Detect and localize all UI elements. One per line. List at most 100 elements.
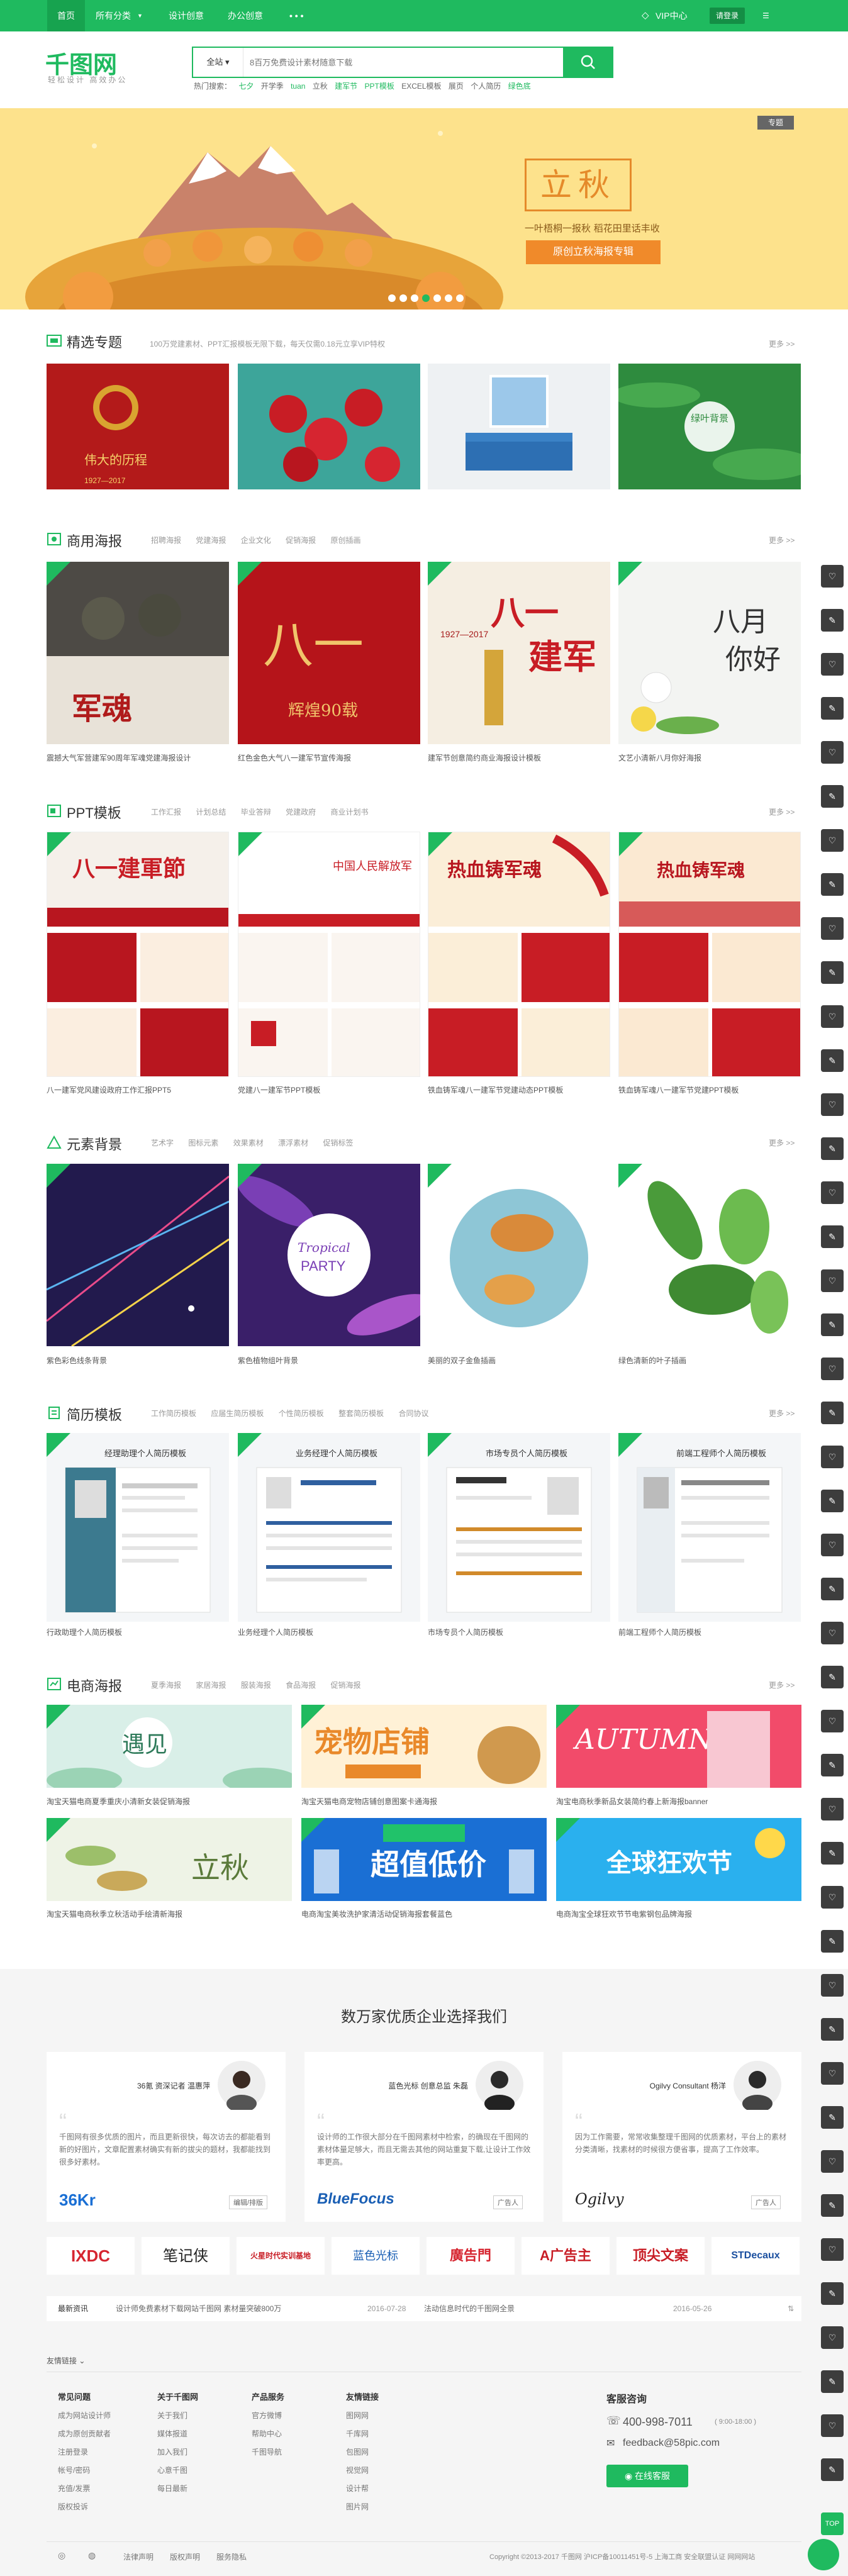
partner-logo[interactable]: 顶尖文案	[616, 2237, 705, 2275]
tag-link[interactable]: 图标元素	[188, 1139, 218, 1147]
footer-link[interactable]: 每日最新	[157, 2483, 198, 2494]
news-link[interactable]: 法动信息时代的千图网全景	[424, 2296, 515, 2321]
resume-more-link[interactable]: 更多 >>	[769, 1408, 795, 1419]
tag-link[interactable]: 促销海报	[330, 1681, 360, 1690]
favorite-icon[interactable]: ♡	[821, 917, 844, 940]
footer-link[interactable]: 包图网	[346, 2446, 379, 2457]
partner-logo[interactable]: 笔记侠	[142, 2237, 230, 2275]
hot-search-link[interactable]: 绿色底	[508, 82, 531, 91]
tag-link[interactable]: 个性简历模板	[279, 1409, 324, 1418]
nav-more[interactable]: • • •	[289, 0, 303, 31]
footer-bottom-link[interactable]: 服务隐私	[216, 2551, 247, 2562]
ecom-caption[interactable]: 电商淘宝全球狂欢节节电紫钢包品牌海报	[556, 1909, 801, 1919]
tag-link[interactable]: 漂浮素材	[278, 1139, 308, 1147]
partner-logo[interactable]: A广告主	[522, 2237, 610, 2275]
tag-link[interactable]: 促销海报	[286, 536, 316, 545]
ecom-caption[interactable]: 淘宝天猫电商夏季重庆小清新女装促销海报	[47, 1796, 292, 1807]
partner-logo[interactable]: IXDC	[47, 2237, 135, 2275]
news-link[interactable]: 设计师免费素材下载网站千图网 素材量突破800万	[116, 2296, 281, 2321]
edit-icon[interactable]: ✎	[821, 2282, 844, 2305]
edit-icon[interactable]: ✎	[821, 1578, 844, 1600]
banner-pagination[interactable]	[386, 294, 466, 304]
edit-icon[interactable]: ✎	[821, 1049, 844, 1072]
ecom-card[interactable]: 宠物店铺	[301, 1705, 547, 1788]
edit-icon[interactable]: ✎	[821, 2194, 844, 2217]
partner-logo[interactable]: 蓝色光标	[332, 2237, 420, 2275]
tag-link[interactable]: 党建海报	[196, 536, 226, 545]
edit-icon[interactable]: ✎	[821, 1313, 844, 1336]
tag-link[interactable]: 毕业答辩	[241, 808, 271, 817]
poster-card[interactable]: 八一 辉煌90载	[238, 562, 420, 744]
ecom-card[interactable]: 立秋	[47, 1818, 292, 1901]
footer-link[interactable]: 帮助中心	[252, 2428, 284, 2439]
edit-icon[interactable]: ✎	[821, 1666, 844, 1688]
hot-search-link[interactable]: 个人简历	[471, 82, 501, 91]
nav-home[interactable]: 首页	[47, 0, 85, 31]
favorite-icon[interactable]: ♡	[821, 1534, 844, 1556]
partner-logo[interactable]: STDecaux	[711, 2237, 800, 2275]
hot-search-link[interactable]: 建军节	[335, 82, 357, 91]
tag-link[interactable]: 服装海报	[241, 1681, 271, 1690]
footer-link[interactable]: 成为原创贡献者	[58, 2428, 111, 2439]
tag-link[interactable]: 原创插画	[330, 536, 360, 545]
tag-link[interactable]: 企业文化	[241, 536, 271, 545]
footer-link[interactable]: 千库网	[346, 2428, 379, 2439]
ecom-more-link[interactable]: 更多 >>	[769, 1680, 795, 1690]
online-service-button[interactable]: ◉ 在线客服	[606, 2465, 688, 2487]
tag-link[interactable]: 艺术字	[151, 1139, 174, 1147]
poster-caption[interactable]: 建军节创意简约商业海报设计模板	[428, 752, 610, 763]
edit-icon[interactable]: ✎	[821, 1930, 844, 1953]
element-card[interactable]	[428, 1164, 610, 1346]
ecom-card[interactable]: 全球狂欢节	[556, 1818, 801, 1901]
nav-all-categories[interactable]: 所有分类	[96, 0, 131, 31]
ppt-card[interactable]: 八一建軍節	[47, 832, 229, 1077]
ecom-caption[interactable]: 淘宝电商秋季新品女装简约春上新海报banner	[556, 1796, 801, 1807]
footer-link[interactable]: 千图导航	[252, 2446, 284, 2457]
resume-card[interactable]: 前端工程师个人简历模板	[618, 1433, 801, 1622]
featured-card[interactable]	[238, 364, 420, 489]
tag-link[interactable]: 计划总结	[196, 808, 226, 817]
weibo-icon[interactable]: ◎	[58, 2550, 65, 2561]
poster-card[interactable]: 军魂	[47, 562, 229, 744]
contact-email[interactable]: feedback@58pic.com	[623, 2438, 720, 2449]
tag-link[interactable]: 家居海报	[196, 1681, 226, 1690]
edit-icon[interactable]: ✎	[821, 2106, 844, 2129]
element-card[interactable]: Tropical PARTY	[238, 1164, 420, 1346]
poster-more-link[interactable]: 更多 >>	[769, 535, 795, 545]
element-caption[interactable]: 紫色植物组叶背景	[238, 1355, 420, 1366]
element-caption[interactable]: 绿色清新的叶子插画	[618, 1355, 801, 1366]
favorite-icon[interactable]: ♡	[821, 2414, 844, 2437]
element-caption[interactable]: 美丽的双子金鱼插画	[428, 1355, 610, 1366]
wifi-icon[interactable]	[808, 2539, 839, 2570]
footer-link[interactable]: 媒体报道	[157, 2428, 198, 2439]
tag-link[interactable]: 食品海报	[286, 1681, 316, 1690]
footer-link[interactable]: 帐号/密码	[58, 2465, 111, 2475]
footer-link[interactable]: 视觉网	[346, 2465, 379, 2475]
tag-link[interactable]: 整套简历模板	[338, 1409, 384, 1418]
favorite-icon[interactable]: ♡	[821, 741, 844, 764]
featured-more-link[interactable]: 更多 >>	[769, 338, 795, 349]
favorite-icon[interactable]: ♡	[821, 1005, 844, 1028]
footer-link[interactable]: 官方微博	[252, 2410, 284, 2421]
ppt-caption[interactable]: 铁血铸军魂八一建军节党建PPT模板	[618, 1084, 801, 1095]
favorite-icon[interactable]: ♡	[821, 1710, 844, 1732]
edit-icon[interactable]: ✎	[821, 1137, 844, 1160]
favorite-icon[interactable]: ♡	[821, 1093, 844, 1116]
footer-link[interactable]: 成为网站设计师	[58, 2410, 111, 2421]
favorite-icon[interactable]: ♡	[821, 1886, 844, 1909]
nav-office[interactable]: 办公创意	[228, 0, 263, 31]
ecom-card[interactable]: AUTUMN	[556, 1705, 801, 1788]
favorite-icon[interactable]: ♡	[821, 1798, 844, 1820]
ppt-caption[interactable]: 铁血铸军魂八一建军节党建动态PPT模板	[428, 1084, 610, 1095]
ecom-caption[interactable]: 淘宝天猫电商宠物店铺创意图案卡通海报	[301, 1796, 547, 1807]
edit-icon[interactable]: ✎	[821, 697, 844, 720]
ppt-caption[interactable]: 党建八一建军节PPT模板	[238, 1084, 420, 1095]
edit-icon[interactable]: ✎	[821, 873, 844, 896]
search-button[interactable]	[564, 47, 613, 78]
resume-caption[interactable]: 前端工程师个人简历模板	[618, 1627, 801, 1637]
edit-icon[interactable]: ✎	[821, 1842, 844, 1865]
ppt-caption[interactable]: 八一建军党风建设政府工作汇报PPT5	[47, 1084, 229, 1095]
element-more-link[interactable]: 更多 >>	[769, 1137, 795, 1148]
element-caption[interactable]: 紫色彩色线条背景	[47, 1355, 229, 1366]
poster-card[interactable]: 八一 建军 1927—2017	[428, 562, 610, 744]
